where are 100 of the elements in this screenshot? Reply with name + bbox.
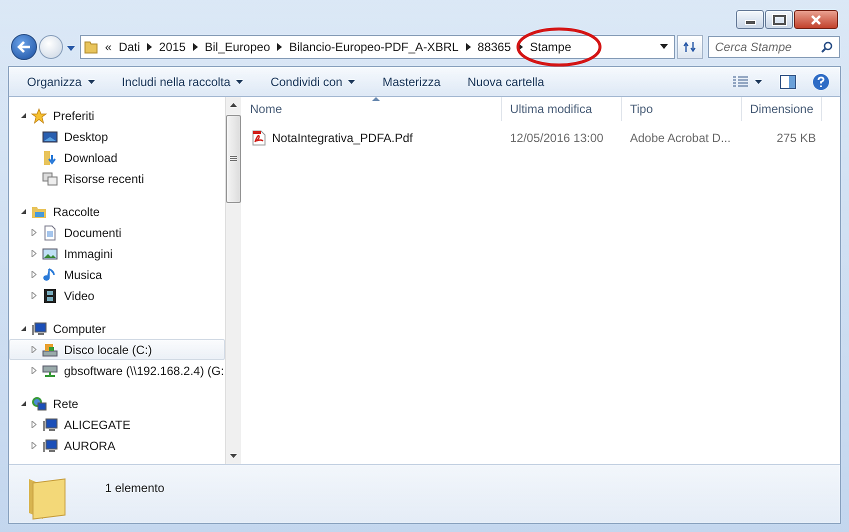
pane-icon[interactable]	[780, 74, 796, 88]
file-name[interactable]: NotaIntegrativa_PDFA.Pdf	[272, 131, 413, 145]
folder-icon	[84, 40, 98, 54]
search-icon	[821, 40, 833, 52]
breadcrumb[interactable]: 2015	[159, 40, 186, 54]
chevron-icon[interactable]	[466, 42, 471, 50]
back-button[interactable]	[11, 34, 37, 60]
tree-item-label: gbsoftware (\\192.168.2.4) (G:	[64, 364, 224, 378]
tree-item-label: Desktop	[64, 130, 108, 144]
tree-item-label: Download	[64, 150, 118, 164]
tree-item[interactable]: gbsoftware (\\192.168.2.4) (G:	[9, 360, 226, 381]
address-bar[interactable]: « Dati 2015 Bil_Europeo Bilancio-Europeo-PDF_A-XBRL 88365 Stampe	[80, 34, 675, 58]
tree-item[interactable]: Risorse recenti	[9, 168, 226, 189]
expand-arrow-icon[interactable]	[20, 208, 27, 215]
video-icon	[42, 288, 58, 304]
breadcrumb[interactable]: Dati	[118, 40, 140, 54]
tree-item[interactable]: Musica	[9, 264, 226, 285]
computer-icon	[42, 416, 58, 432]
tree-item-label: ALICEGATE	[64, 418, 130, 432]
column-header[interactable]: Nome	[242, 97, 502, 121]
netdrive-icon	[42, 362, 58, 378]
caret-icon[interactable]	[236, 80, 244, 84]
image-icon	[42, 246, 58, 262]
tree-item[interactable]: Computer	[9, 318, 226, 339]
tree-item[interactable]: Download	[9, 147, 226, 168]
list-view-icon[interactable]	[733, 76, 749, 88]
breadcrumb[interactable]: Bil_Europeo	[204, 40, 270, 54]
column-header[interactable]: Ultima modifica	[502, 97, 622, 121]
expand-arrow-icon[interactable]	[20, 325, 27, 332]
caret-icon[interactable]	[88, 80, 95, 84]
refresh-arrows-icon[interactable]	[683, 40, 697, 52]
computer-icon	[31, 320, 47, 336]
scrollbar[interactable]	[225, 97, 242, 464]
maximize-button[interactable]	[765, 10, 793, 29]
file-type: Adobe Acrobat D...	[629, 131, 732, 145]
drive-icon	[42, 342, 58, 358]
tree-item-label: Video	[64, 288, 94, 302]
tree-item[interactable]: AURORA	[9, 435, 226, 456]
chevron-icon[interactable]	[147, 42, 152, 50]
tree-item[interactable]: ALICEGATE	[9, 414, 226, 435]
help-icon[interactable]	[812, 72, 830, 90]
back-arrow-icon[interactable]	[17, 40, 31, 52]
close-icon[interactable]	[810, 14, 822, 24]
toolbar-button[interactable]: Masterizza	[374, 70, 448, 94]
toolbar-button[interactable]: Organizza	[19, 70, 103, 94]
caret-icon[interactable]	[755, 80, 762, 84]
overflow-chevron[interactable]: «	[105, 40, 112, 54]
tree-item-label: Musica	[64, 268, 102, 282]
tree-item-label: Computer	[53, 322, 106, 336]
scroll-thumb[interactable]	[226, 115, 242, 203]
file-size: 275 KB	[776, 131, 817, 145]
document-icon	[42, 224, 58, 240]
tree-item[interactable]: Rete	[9, 393, 226, 414]
caret-icon[interactable]	[348, 80, 356, 84]
computer-icon	[42, 438, 58, 454]
item-count: 1 elemento	[105, 481, 164, 495]
tree-item-label: Risorse recenti	[64, 172, 144, 186]
tree-item-label: Immagini	[64, 246, 113, 260]
chevron-icon[interactable]	[277, 42, 282, 50]
minimize-button[interactable]	[736, 10, 764, 29]
chevron-icon[interactable]	[192, 42, 198, 50]
column-header[interactable]: Tipo	[622, 97, 742, 121]
scroll-down-icon[interactable]	[230, 454, 238, 458]
scroll-up-icon[interactable]	[230, 103, 238, 107]
tree-item[interactable]: Immagini	[9, 243, 226, 264]
breadcrumb[interactable]: Stampe	[530, 40, 572, 54]
expand-arrow-icon[interactable]	[20, 400, 27, 407]
tree-item-label: Disco locale (C:)	[64, 342, 152, 356]
tree-item-label: Raccolte	[53, 204, 100, 218]
tree-item[interactable]: Raccolte	[9, 201, 226, 222]
pdf-file-icon	[252, 130, 266, 146]
tree-item-label: Documenti	[64, 226, 122, 240]
sort-arrow-icon	[372, 97, 380, 101]
tree-item[interactable]: Disco locale (C:)	[9, 339, 226, 360]
expand-arrow-icon[interactable]	[20, 112, 27, 119]
desktop-icon	[42, 128, 58, 144]
tree-item-label: Rete	[53, 396, 78, 410]
star-icon	[31, 108, 47, 124]
modified-date: 12/05/2016 13:00	[509, 131, 604, 145]
column-header[interactable]: Dimensione	[742, 97, 822, 121]
close-button[interactable]	[794, 10, 838, 29]
toolbar-button[interactable]: Condividi con	[262, 70, 364, 94]
toolbar-button[interactable]: Nuova cartella	[460, 70, 552, 94]
tree-item[interactable]: Preferiti	[9, 105, 226, 126]
network-icon	[31, 396, 47, 412]
toolbar-button[interactable]: Includi nella raccolta	[114, 70, 252, 94]
tree-item[interactable]: Desktop	[9, 126, 226, 147]
dropdown-arrow-icon[interactable]	[660, 44, 668, 49]
breadcrumb[interactable]: 88365	[478, 40, 511, 54]
tree-item-label: Preferiti	[53, 108, 94, 122]
refresh-button[interactable]	[677, 34, 703, 58]
breadcrumb[interactable]: Bilancio-Europeo-PDF_A-XBRL	[289, 40, 459, 54]
chevron-icon[interactable]	[518, 42, 523, 50]
tree-item[interactable]: Video	[9, 285, 226, 306]
caret-icon[interactable]	[67, 46, 75, 51]
tree-item[interactable]: Documenti	[9, 222, 226, 243]
tree-item-label: AURORA	[64, 438, 116, 452]
download-icon	[42, 150, 58, 166]
search-field[interactable]: Cerca Stampe	[708, 36, 840, 58]
recent-icon	[42, 170, 58, 186]
